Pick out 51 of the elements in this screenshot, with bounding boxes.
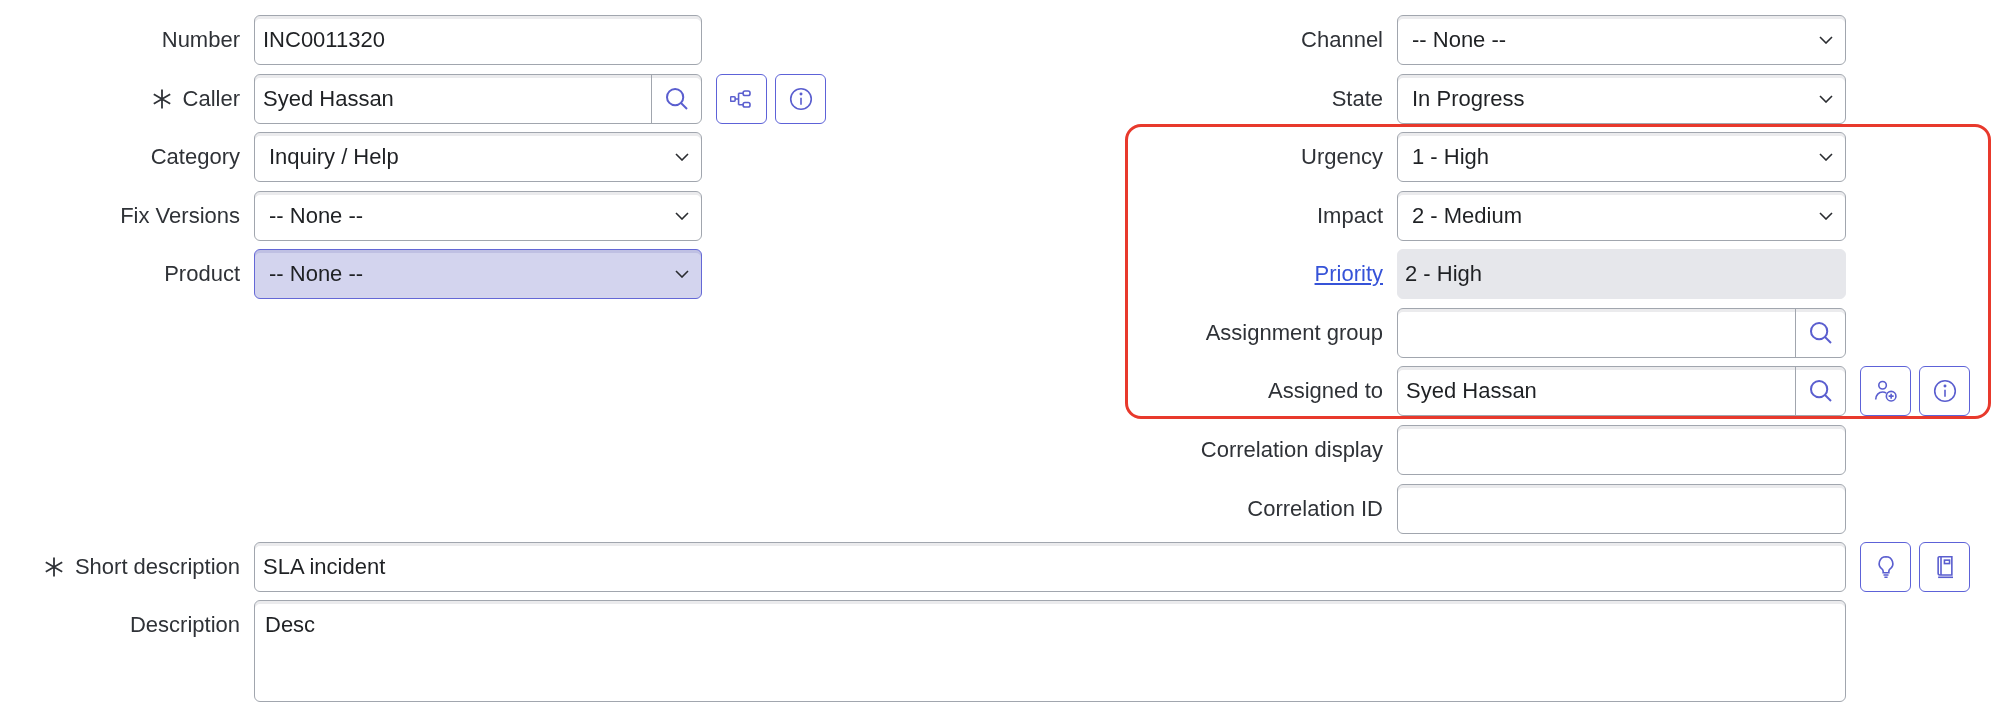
field-label: Fix Versions	[120, 202, 240, 229]
lightbulb-button[interactable]	[1860, 541, 1911, 592]
field-label: State	[1331, 85, 1383, 112]
field-label: Channel	[1301, 27, 1383, 53]
field-label: Correlation display	[1200, 437, 1383, 463]
field-label: Short description	[74, 553, 240, 580]
chevron-down-icon	[1819, 153, 1833, 161]
chevron-down-icon	[1819, 94, 1833, 103]
input-field[interactable]	[1397, 483, 1846, 534]
info-button[interactable]	[1919, 366, 1970, 416]
input-field[interactable]: SLA incident	[254, 541, 1846, 592]
field-label: Impact	[1316, 202, 1383, 229]
dropdown-field[interactable]: In Progress	[1397, 73, 1846, 124]
dropdown-field[interactable]: 2 - Medium	[1397, 190, 1846, 241]
input-field[interactable]	[1397, 425, 1846, 475]
book-button[interactable]	[1919, 541, 1970, 592]
read-only-field: 2 - High	[1397, 249, 1846, 299]
add-user-icon	[1873, 379, 1898, 403]
field-label-link[interactable]: Priority	[1314, 261, 1383, 287]
info-button[interactable]	[775, 73, 826, 124]
search-icon	[1809, 321, 1832, 344]
hierarchy-button[interactable]	[716, 73, 767, 124]
chevron-down-icon	[675, 153, 689, 161]
lookup-field[interactable]	[1397, 307, 1846, 358]
search-icon	[665, 87, 688, 110]
text-area[interactable]: Desc	[254, 600, 1846, 702]
info-icon	[1932, 379, 1957, 403]
dropdown-field[interactable]: 1 - High	[1397, 132, 1846, 182]
chevron-down-icon	[675, 211, 689, 220]
field-label: Description	[129, 612, 240, 638]
info-icon	[788, 86, 813, 111]
lookup-field[interactable]: Syed Hassan	[1397, 366, 1846, 416]
add-user-button[interactable]	[1860, 366, 1911, 416]
field-label: Assigned to	[1268, 378, 1383, 404]
field-label: Correlation ID	[1247, 495, 1383, 522]
field-label: Urgency	[1301, 144, 1383, 170]
chevron-down-icon	[1819, 211, 1833, 220]
field-label: Category	[150, 144, 240, 170]
field-label: Product	[164, 261, 240, 287]
dropdown-field[interactable]: Inquiry / Help	[254, 132, 702, 182]
dropdown-field[interactable]: -- None --	[1397, 15, 1846, 65]
input-field[interactable]: INC0011320	[254, 15, 702, 65]
field-label: Caller	[182, 85, 240, 112]
search-icon	[1809, 380, 1832, 402]
field-label: Assignment group	[1205, 319, 1383, 346]
lookup-field[interactable]: Syed Hassan	[254, 73, 702, 124]
chevron-down-icon	[1819, 36, 1833, 44]
chevron-down-icon	[675, 270, 689, 278]
dropdown-field[interactable]: -- None --	[254, 190, 702, 241]
dropdown-field[interactable]: -- None --	[254, 249, 702, 299]
field-label: Number	[161, 27, 240, 53]
